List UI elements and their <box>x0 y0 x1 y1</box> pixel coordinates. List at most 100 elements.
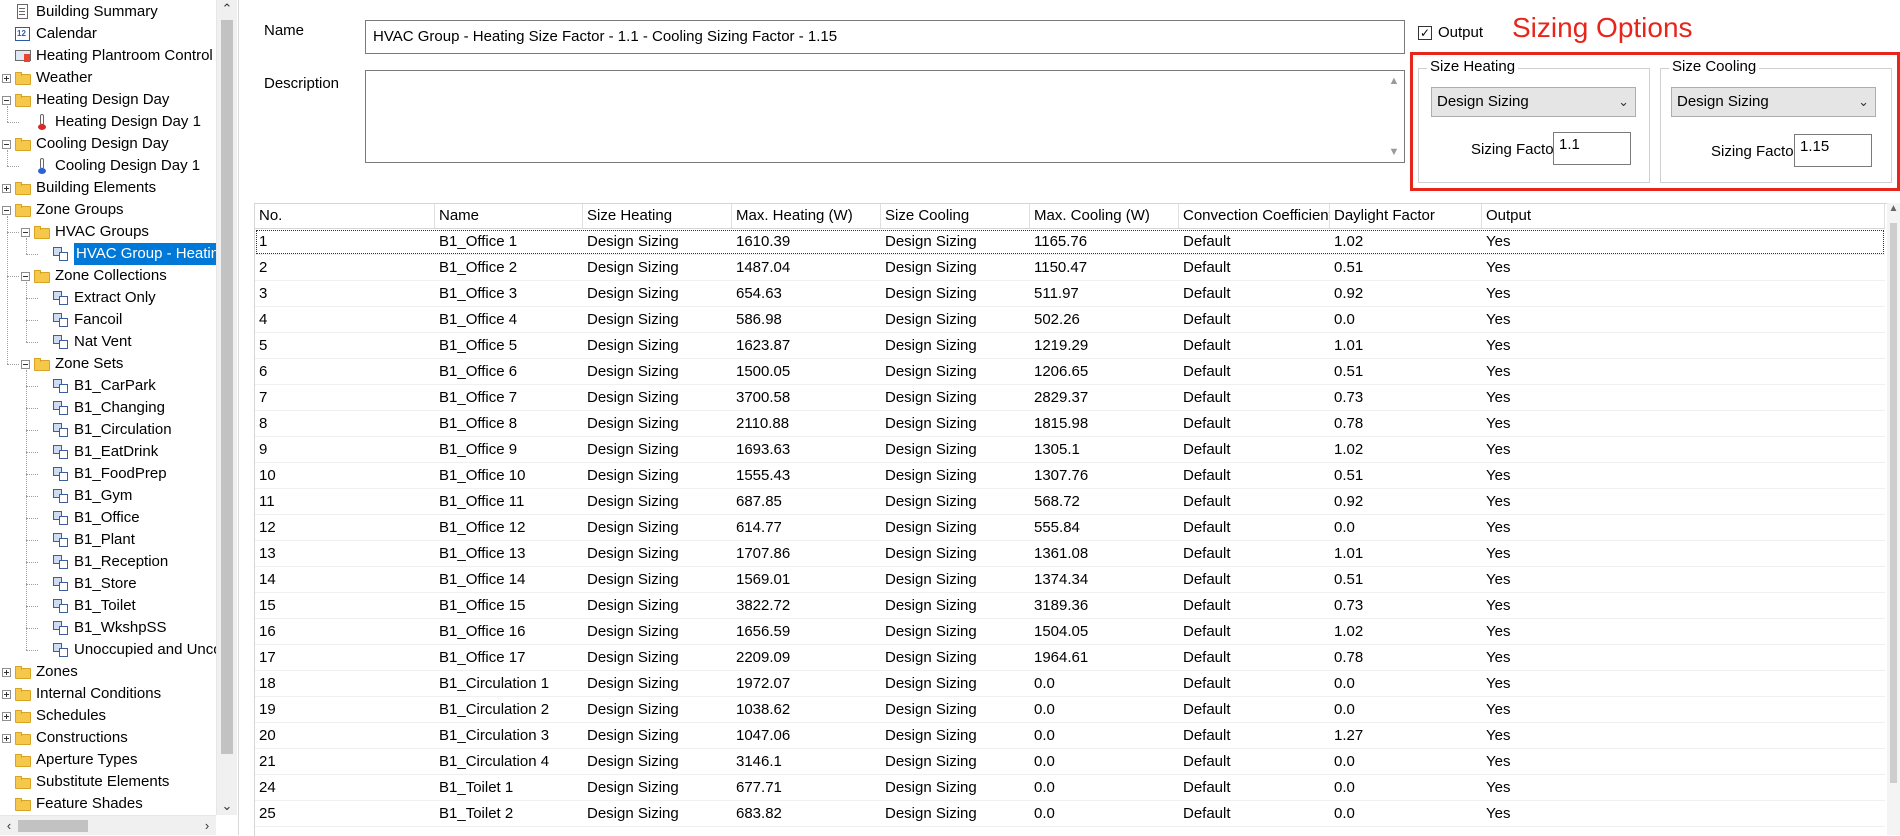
table-cell[interactable]: 1.02 <box>1330 619 1482 645</box>
table-cell[interactable]: Design Sizing <box>881 229 1030 255</box>
tree-item[interactable]: Extract Only <box>40 287 156 309</box>
name-input[interactable]: HVAC Group - Heating Size Factor - 1.1 -… <box>365 20 1405 54</box>
table-cell[interactable]: 10 <box>255 463 435 489</box>
table-cell[interactable]: 18 <box>255 671 435 697</box>
table-row[interactable]: 2 B1_Office 2 Design Sizing 1487.04 Design S… <box>255 255 1885 281</box>
table-cell[interactable]: Design Sizing <box>583 723 732 749</box>
scroll-up-icon[interactable]: ⌃ <box>217 0 237 18</box>
table-row[interactable]: 21 B1_Circulation 4 Design Sizing 3146.1 Des… <box>255 749 1885 775</box>
table-cell[interactable]: 0.0 <box>1030 775 1179 801</box>
tree-item[interactable]: Building Summary <box>2 1 158 23</box>
scroll-down-icon[interactable]: ▼ <box>1385 146 1403 158</box>
table-cell[interactable]: 568.72 <box>1030 489 1179 515</box>
table-cell[interactable]: Design Sizing <box>881 801 1030 827</box>
table-cell[interactable]: B1_Office 1 <box>435 229 583 255</box>
table-row[interactable]: 17 B1_Office 17 Design Sizing 2209.09 Design… <box>255 645 1885 671</box>
table-cell[interactable]: Design Sizing <box>583 307 732 333</box>
table-row[interactable]: 12 B1_Office 12 Design Sizing 614.77 Design … <box>255 515 1885 541</box>
table-cell[interactable]: Default <box>1179 645 1330 671</box>
tree-item[interactable]: Internal Conditions <box>2 683 161 705</box>
table-cell[interactable]: Default <box>1179 671 1330 697</box>
tree-item[interactable]: Nat Vent <box>40 331 132 353</box>
column-header[interactable]: No. <box>255 204 435 228</box>
column-header[interactable]: Size Heating <box>583 204 732 228</box>
table-row[interactable]: 15 B1_Office 15 Design Sizing 3822.72 Design… <box>255 593 1885 619</box>
table-cell[interactable]: 7 <box>255 385 435 411</box>
tree-item[interactable]: B1_Changing <box>40 397 165 419</box>
tree-item[interactable]: B1_EatDrink <box>40 441 158 463</box>
tree-item[interactable]: Heating Design Day <box>2 89 169 111</box>
table-cell[interactable]: Default <box>1179 801 1330 827</box>
table-row[interactable]: 7 B1_Office 7 Design Sizing 3700.58 Design S… <box>255 385 1885 411</box>
table-cell[interactable]: Design Sizing <box>881 671 1030 697</box>
table-cell[interactable]: 0.51 <box>1330 567 1482 593</box>
table-cell[interactable]: 3146.1 <box>732 749 881 775</box>
table-cell[interactable]: 4 <box>255 307 435 333</box>
table-cell[interactable]: B1_Office 9 <box>435 437 583 463</box>
table-cell[interactable]: Yes <box>1482 775 1885 801</box>
tree-item[interactable]: Zone Collections <box>21 265 167 287</box>
table-cell[interactable]: 20 <box>255 723 435 749</box>
table-cell[interactable]: Default <box>1179 515 1330 541</box>
table-cell[interactable]: 0.0 <box>1330 697 1482 723</box>
table-cell[interactable]: Design Sizing <box>583 489 732 515</box>
tree-item[interactable]: Aperture Types <box>2 749 137 771</box>
table-cell[interactable]: Default <box>1179 593 1330 619</box>
tree-item[interactable]: Building Elements <box>2 177 156 199</box>
tree-item[interactable]: B1_Office <box>40 507 140 529</box>
table-cell[interactable]: 0.92 <box>1330 281 1482 307</box>
table-cell[interactable]: Yes <box>1482 515 1885 541</box>
table-cell[interactable]: Design Sizing <box>881 593 1030 619</box>
table-row[interactable]: 19 B1_Circulation 2 Design Sizing 1038.62 De… <box>255 697 1885 723</box>
expand-icon[interactable] <box>2 73 11 83</box>
tree-item[interactable]: Constructions <box>2 727 128 749</box>
expand-icon[interactable] <box>2 667 11 677</box>
tree-hscroll-thumb[interactable] <box>18 820 88 832</box>
table-cell[interactable]: Default <box>1179 281 1330 307</box>
collapse-icon[interactable] <box>21 271 30 281</box>
output-checkbox[interactable]: ✓ <box>1418 26 1432 40</box>
table-cell[interactable]: Default <box>1179 697 1330 723</box>
table-scroll-thumb[interactable] <box>1890 223 1897 783</box>
description-scrollbar[interactable]: ▲ ▼ <box>1385 72 1403 161</box>
table-cell[interactable]: 1623.87 <box>732 333 881 359</box>
table-cell[interactable]: 1964.61 <box>1030 645 1179 671</box>
column-header[interactable]: Convection Coefficient (... <box>1179 204 1330 228</box>
table-cell[interactable]: Default <box>1179 255 1330 281</box>
tree-item[interactable]: HVAC Group - Heating <box>40 243 216 265</box>
table-cell[interactable]: Yes <box>1482 671 1885 697</box>
table-row[interactable]: 1 B1_Office 1 Design Sizing 1610.39 Design S… <box>255 229 1885 255</box>
column-header[interactable]: Max. Heating (W) <box>732 204 881 228</box>
table-cell[interactable]: 24 <box>255 775 435 801</box>
description-input[interactable]: ▲ ▼ <box>365 70 1405 163</box>
table-cell[interactable]: 0.0 <box>1030 723 1179 749</box>
table-cell[interactable]: Design Sizing <box>583 333 732 359</box>
table-cell[interactable]: Yes <box>1482 255 1885 281</box>
table-cell[interactable]: Design Sizing <box>583 229 732 255</box>
table-cell[interactable]: Design Sizing <box>881 749 1030 775</box>
table-cell[interactable]: B1_Office 5 <box>435 333 583 359</box>
table-cell[interactable]: Yes <box>1482 593 1885 619</box>
table-row[interactable]: 16 B1_Office 16 Design Sizing 1656.59 Design… <box>255 619 1885 645</box>
table-cell[interactable]: Design Sizing <box>881 697 1030 723</box>
table-cell[interactable]: B1_Circulation 1 <box>435 671 583 697</box>
table-cell[interactable]: 0.0 <box>1030 671 1179 697</box>
tree-item[interactable]: B1_WkshpSS <box>40 617 167 639</box>
tree-item[interactable]: B1_Reception <box>40 551 168 573</box>
scroll-left-icon[interactable]: ‹ <box>0 816 18 835</box>
table-cell[interactable]: Design Sizing <box>881 619 1030 645</box>
table-cell[interactable]: Yes <box>1482 619 1885 645</box>
table-cell[interactable]: Design Sizing <box>881 723 1030 749</box>
table-cell[interactable]: 9 <box>255 437 435 463</box>
table-cell[interactable]: Design Sizing <box>583 541 732 567</box>
table-cell[interactable]: Yes <box>1482 385 1885 411</box>
table-cell[interactable]: 16 <box>255 619 435 645</box>
tree-item[interactable]: HVAC Groups <box>21 221 149 243</box>
table-cell[interactable]: Yes <box>1482 333 1885 359</box>
table-cell[interactable]: Design Sizing <box>881 437 1030 463</box>
table-cell[interactable]: B1_Toilet 2 <box>435 801 583 827</box>
table-cell[interactable]: 0.0 <box>1330 801 1482 827</box>
table-cell[interactable]: B1_Office 10 <box>435 463 583 489</box>
table-cell[interactable]: Design Sizing <box>881 307 1030 333</box>
table-cell[interactable]: 1.02 <box>1330 437 1482 463</box>
